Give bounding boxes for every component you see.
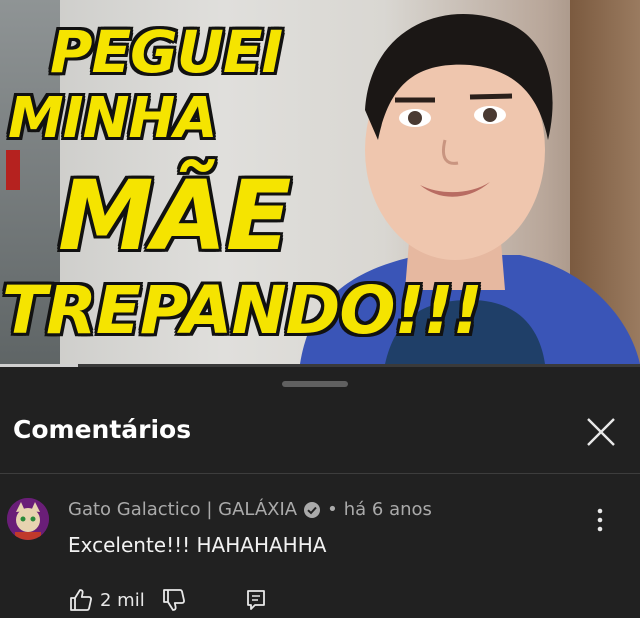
video-player[interactable]: PEGUEI MINHA MÃE TREPANDO!!!	[0, 0, 640, 364]
comments-title: Comentários	[13, 415, 192, 444]
divider	[0, 473, 640, 474]
drag-handle[interactable]	[282, 381, 348, 387]
thumbnail-title-line-2: MINHA	[8, 86, 218, 151]
thumbnail-title-line-3: MÃE	[58, 160, 291, 272]
reply-icon	[243, 587, 269, 613]
close-icon[interactable]	[584, 415, 618, 449]
avatar[interactable]	[7, 498, 49, 540]
like-button[interactable]: 2 mil	[68, 587, 145, 613]
comment-time[interactable]: há 6 anos	[344, 499, 432, 520]
comment-actions: 2 mil	[68, 586, 269, 614]
reply-button[interactable]	[243, 587, 269, 613]
like-count: 2 mil	[100, 589, 145, 611]
comment-meta: Gato Galactico | GALÁXIA • há 6 anos	[68, 499, 432, 520]
verified-check-icon	[303, 501, 321, 519]
thumbs-up-icon	[68, 587, 94, 613]
comment-text: Excelente!!! HAHAHAHHA	[68, 533, 327, 557]
more-vert-icon[interactable]	[592, 507, 608, 533]
meta-separator: •	[327, 499, 338, 520]
thumbnail-title-line-4: TREPANDO!!!	[2, 272, 483, 349]
dislike-button[interactable]	[161, 587, 187, 613]
comments-sheet: Comentários Gato Galactico | GALÁXIA • h…	[0, 367, 640, 613]
comment-author[interactable]: Gato Galactico | GALÁXIA	[68, 499, 297, 520]
thumbnail-title-line-1: PEGUEI	[50, 18, 283, 86]
thumbs-down-icon	[161, 587, 187, 613]
